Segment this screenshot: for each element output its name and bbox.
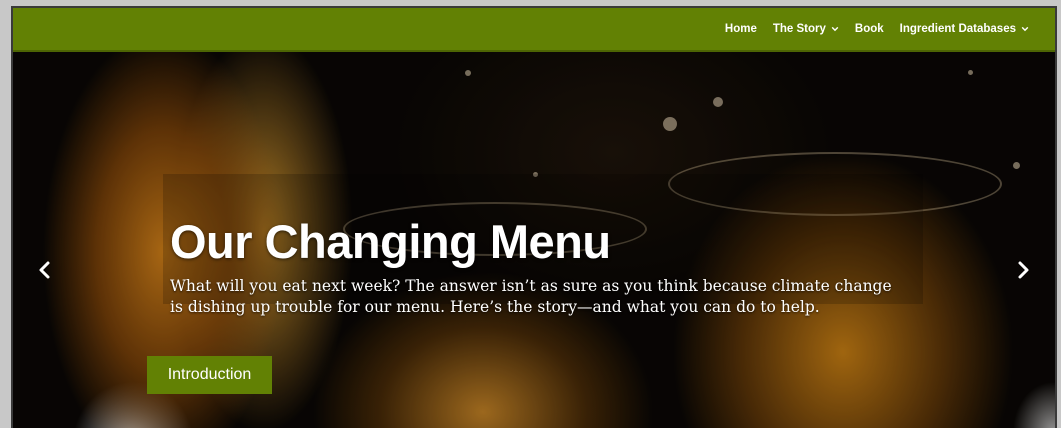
nav-item-home[interactable]: Home [717, 23, 765, 35]
nav-item-book[interactable]: Book [847, 23, 892, 35]
top-navbar: Home The Story Book Ingredient Databases [13, 8, 1055, 52]
chevron-right-icon [1018, 261, 1029, 279]
chevron-down-icon [831, 26, 839, 32]
slider-next-button[interactable] [1011, 258, 1035, 282]
nav-item-label: Ingredient Databases [899, 23, 1016, 35]
chevron-left-icon [39, 261, 50, 279]
slide-title: Our Changing Menu [170, 215, 611, 268]
slide-description: What will you eat next week? The answer … [170, 277, 892, 316]
introduction-button[interactable]: Introduction [147, 356, 272, 394]
browser-viewport: Home The Story Book Ingredient Databases… [11, 6, 1057, 428]
nav-item-label: The Story [772, 23, 826, 35]
nav-item-label: Home [724, 23, 757, 35]
slider-prev-button[interactable] [33, 258, 57, 282]
chevron-down-icon [1021, 26, 1029, 32]
main-menu: Home The Story Book Ingredient Databases [717, 8, 1037, 50]
nav-item-the-story[interactable]: The Story [765, 23, 847, 35]
nav-item-ingredient-databases[interactable]: Ingredient Databases [892, 23, 1037, 35]
nav-item-label: Book [854, 23, 884, 35]
